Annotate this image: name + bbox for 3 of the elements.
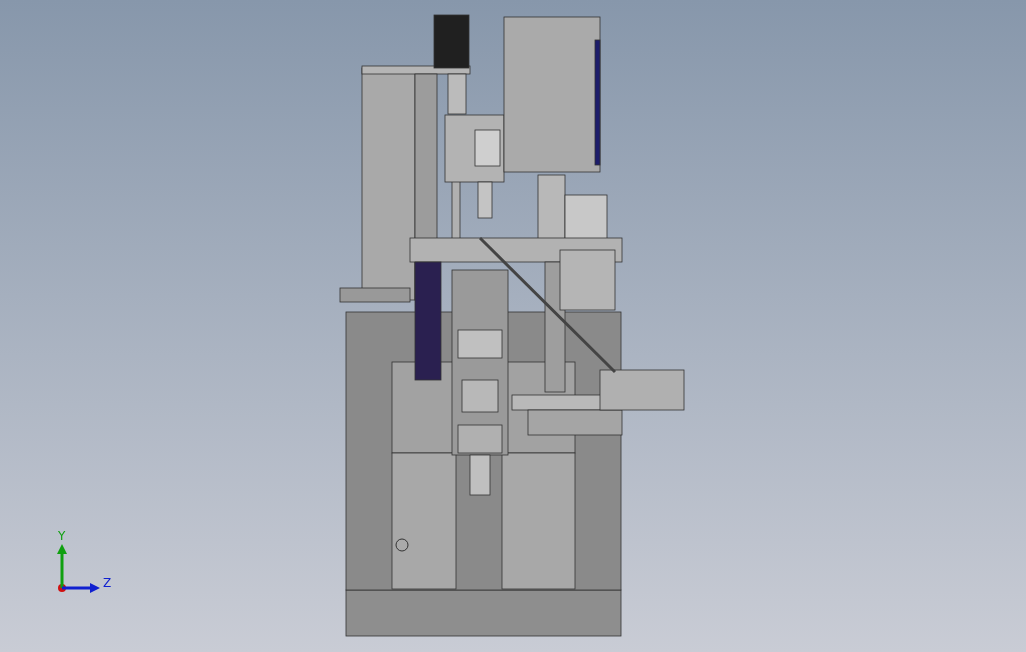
axis-label: Y [58, 529, 66, 543]
axis-label: Z [103, 576, 112, 590]
axis-origin-icon [58, 584, 66, 592]
